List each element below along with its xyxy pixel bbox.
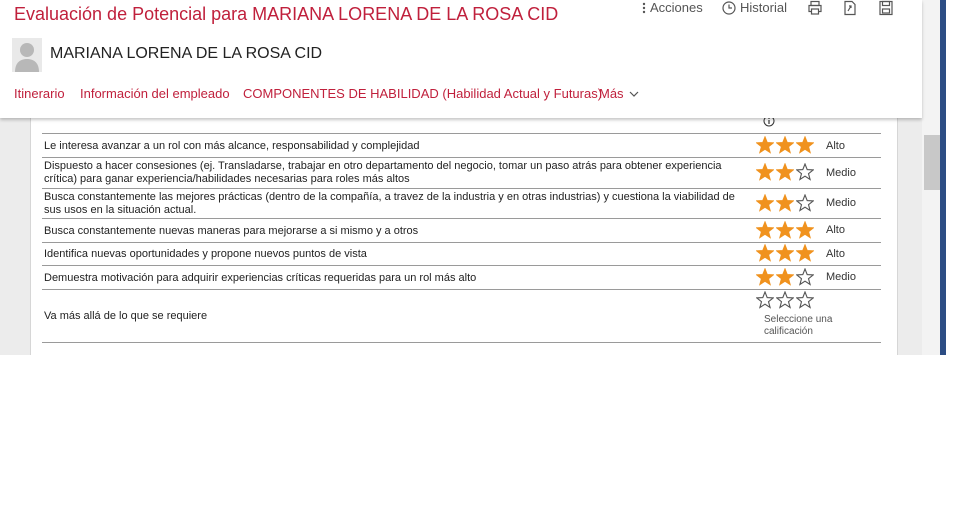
save-icon[interactable] (878, 0, 894, 16)
star-filled-icon[interactable] (756, 221, 774, 239)
star-filled-icon[interactable] (796, 244, 814, 262)
page-header: Evaluación de Potencial para MARIANA LOR… (0, 0, 922, 118)
star-empty-icon[interactable] (776, 291, 794, 309)
star-rating[interactable] (756, 136, 814, 154)
star-rating[interactable] (756, 268, 814, 286)
star-filled-icon[interactable] (776, 244, 794, 262)
scrollbar-thumb[interactable] (924, 135, 940, 190)
row-criterion: Busca constantemente nuevas maneras para… (44, 225, 419, 237)
tab-mas[interactable]: Más (599, 86, 639, 101)
star-empty-icon[interactable] (796, 291, 814, 309)
row-divider (42, 218, 881, 219)
row-divider (42, 157, 881, 158)
rating-label: Alto (826, 224, 845, 236)
row-criterion: Busca constantemente las mejores práctic… (44, 191, 735, 216)
star-filled-icon[interactable] (796, 136, 814, 154)
history-button[interactable]: Historial (722, 0, 787, 15)
row-divider (42, 133, 881, 134)
rating-label: Medio (826, 197, 856, 209)
actions-label: Acciones (650, 0, 703, 15)
star-filled-icon[interactable] (776, 136, 794, 154)
print-icon[interactable] (807, 0, 823, 16)
more-vertical-icon (642, 2, 646, 13)
star-rating[interactable] (756, 244, 814, 262)
row-divider (42, 289, 881, 290)
rating-label: Medio (826, 271, 856, 283)
star-filled-icon[interactable] (756, 136, 774, 154)
star-empty-icon[interactable] (796, 163, 814, 181)
star-rating[interactable] (756, 291, 814, 309)
rating-label: Alto (826, 140, 845, 152)
star-rating[interactable] (756, 221, 814, 239)
star-filled-icon[interactable] (776, 163, 794, 181)
star-empty-icon[interactable] (756, 291, 774, 309)
chevron-down-icon (629, 91, 639, 97)
export-pdf-icon[interactable] (842, 0, 858, 16)
row-divider (42, 342, 881, 343)
rating-label: Medio (826, 167, 856, 179)
star-filled-icon[interactable] (796, 221, 814, 239)
star-filled-icon[interactable] (756, 244, 774, 262)
tab-componentes-habilidad[interactable]: COMPONENTES DE HABILIDAD (Habilidad Actu… (243, 86, 602, 101)
row-criterion: Demuestra motivación para adquirir exper… (44, 272, 477, 284)
row-criterion: Va más allá de lo que se requiere (44, 310, 208, 322)
row-divider (42, 242, 881, 243)
star-filled-icon[interactable] (756, 163, 774, 181)
star-filled-icon[interactable] (776, 194, 794, 212)
star-filled-icon[interactable] (756, 194, 774, 212)
row-divider (42, 188, 881, 189)
window-edge (940, 0, 946, 355)
actions-menu-button[interactable]: Acciones (642, 0, 703, 15)
tab-informacion-empleado[interactable]: Información del empleado (80, 86, 230, 101)
tab-itinerario[interactable]: Itinerario (14, 86, 65, 101)
row-divider (42, 265, 881, 266)
star-empty-icon[interactable] (796, 268, 814, 286)
star-filled-icon[interactable] (776, 221, 794, 239)
star-rating[interactable] (756, 163, 814, 181)
page-title: Evaluación de Potencial para MARIANA LOR… (14, 4, 559, 24)
star-empty-icon[interactable] (796, 194, 814, 212)
clock-icon (722, 0, 736, 15)
tab-mas-label: Más (599, 86, 624, 101)
employee-name: MARIANA LORENA DE LA ROSA CID (50, 45, 323, 62)
star-rating[interactable] (756, 194, 814, 212)
rating-hint: Seleccione una calificación (764, 314, 833, 337)
row-criterion: Dispuesto a hacer consesiones (ej. Trans… (44, 160, 722, 185)
star-filled-icon[interactable] (776, 268, 794, 286)
row-criterion: Identifica nuevas oportunidades y propon… (44, 248, 367, 260)
history-label: Historial (740, 0, 787, 15)
row-criterion: Le interesa avanzar a un rol con más alc… (44, 140, 420, 152)
star-filled-icon[interactable] (756, 268, 774, 286)
rating-label: Alto (826, 248, 845, 260)
avatar (12, 38, 42, 72)
